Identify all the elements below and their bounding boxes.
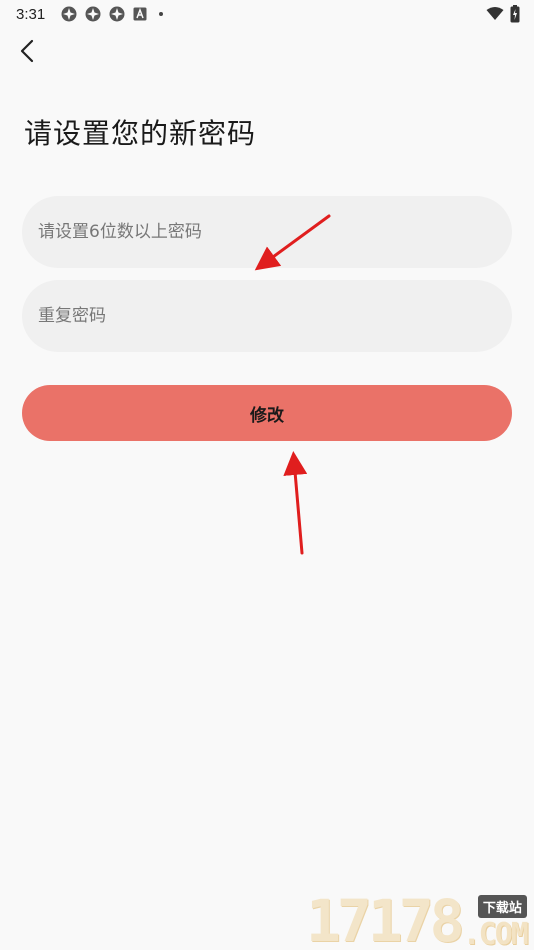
watermark-badge: 下载站 <box>477 895 527 918</box>
app-notification-icon <box>61 6 77 22</box>
page-title: 请设置您的新密码 <box>24 117 257 150</box>
submit-button[interactable]: 修改 <box>22 385 512 441</box>
repeat-password-input[interactable] <box>22 280 512 352</box>
font-a-icon <box>133 7 147 21</box>
dot-icon <box>159 12 164 16</box>
battery-icon <box>510 5 520 23</box>
site-watermark: 17178 下载站 .COM <box>306 888 532 950</box>
wifi-icon <box>486 7 504 20</box>
back-button[interactable] <box>12 36 42 66</box>
watermark-suffix: .COM <box>462 917 529 950</box>
status-time: 3:31 <box>16 5 46 23</box>
chevron-left-icon <box>20 39 34 63</box>
watermark-digits: 17178 <box>306 887 465 950</box>
status-bar: 3:31 <box>0 0 534 28</box>
new-password-input[interactable] <box>22 196 512 268</box>
app-notification-icon <box>109 6 125 22</box>
status-system-icons <box>486 5 520 23</box>
app-notification-icon <box>85 6 101 22</box>
status-notification-icons <box>61 6 164 22</box>
arrow-to-submit-button <box>283 451 308 555</box>
